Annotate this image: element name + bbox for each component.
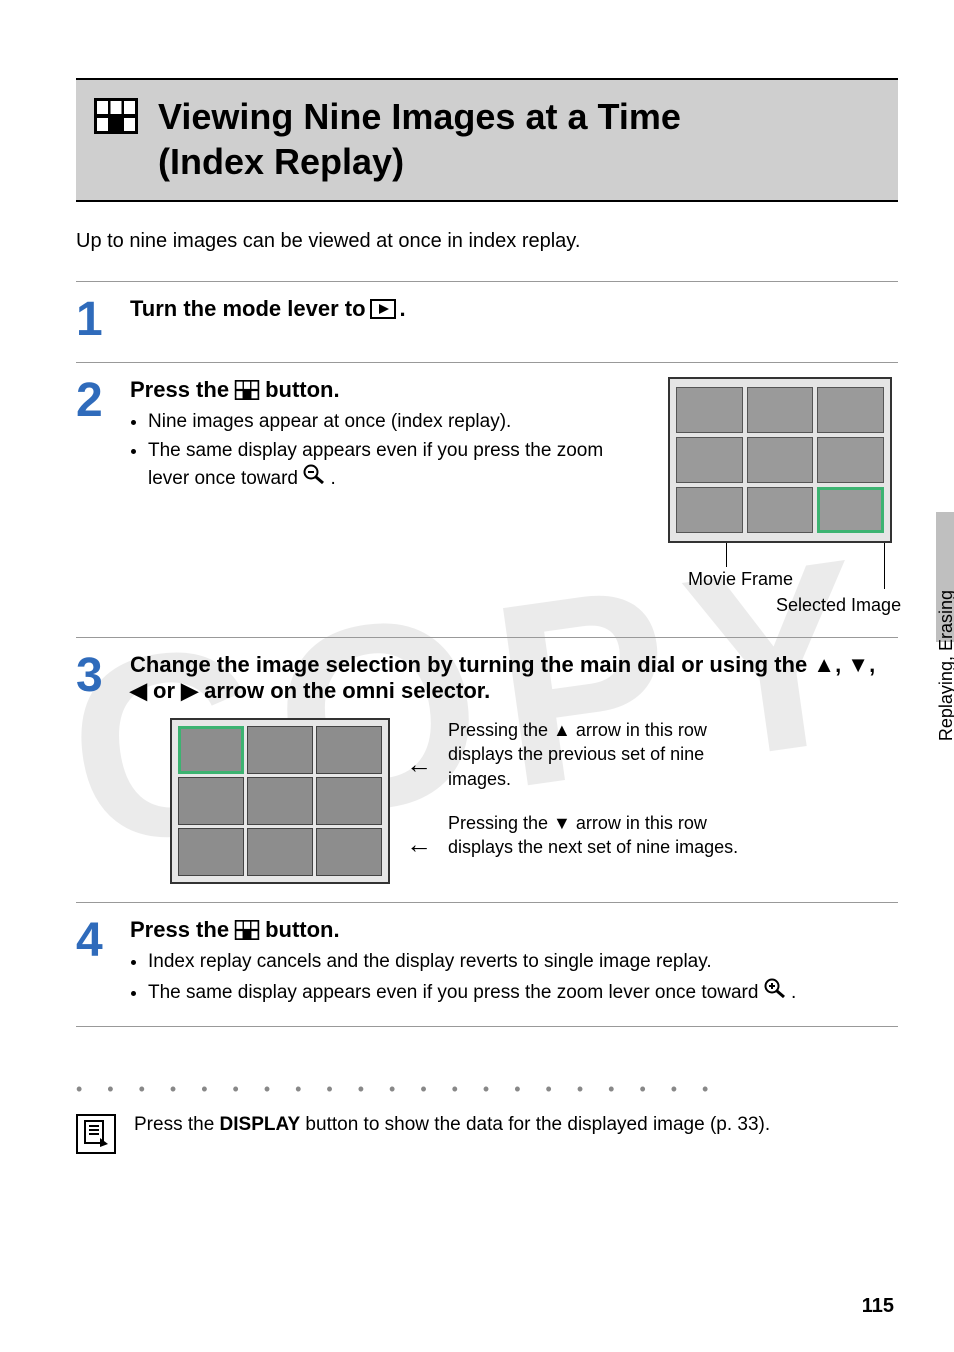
step-2-heading: Press the butto (130, 377, 644, 403)
step-4-head-post: button. (265, 917, 340, 943)
step-2-bullet-1: Nine images appear at once (index replay… (148, 409, 644, 436)
zoom-out-icon (303, 464, 325, 484)
step-4: 4 Press the button. (76, 903, 898, 1027)
step-4-bullet-2-post: . (791, 982, 796, 1003)
step-2: 2 Press the (76, 363, 898, 638)
movie-frame-thumb (676, 487, 743, 533)
section-tab-label: Replaying, Erasing (936, 590, 954, 741)
step-3-note-down: Pressing the ▼ arrow in this row display… (448, 811, 748, 860)
step-4-heading: Press the button. (130, 917, 898, 943)
playback-mode-icon (370, 299, 396, 319)
note-document-icon (76, 1114, 116, 1154)
page-title-banner: Viewing Nine Images at a Time (Index Rep… (76, 78, 898, 202)
step-1: 1 Turn the mode lever to . (76, 282, 898, 363)
step-2-head-pre: Press the (130, 377, 229, 403)
page-title-line1: Viewing Nine Images at a Time (158, 94, 681, 139)
steps-list: 1 Turn the mode lever to . 2 (76, 281, 898, 1027)
step-1-head-pre: Turn the mode lever to (130, 296, 366, 322)
step-4-head-pre: Press the (130, 917, 229, 943)
step-number: 2 (76, 377, 118, 619)
step-2-screenshot: Movie Frame Selected Image (668, 377, 898, 619)
zoom-in-icon (764, 978, 786, 998)
step-number: 1 (76, 296, 118, 344)
step-2-bullet-2-pre: The same display appears even if you pre… (148, 440, 603, 490)
footer-note-text: Press the DISPLAY button to show the dat… (134, 1114, 770, 1136)
footer-note-pre: Press the (134, 1114, 220, 1135)
step-3-screenshot (170, 718, 390, 884)
step-2-bullet-2: The same display appears even if you pre… (148, 438, 644, 493)
index-grid-icon (94, 98, 138, 134)
section-tab: Replaying, Erasing (918, 520, 954, 800)
step-4-bullet-2-pre: The same display appears even if you pre… (148, 982, 764, 1003)
separator-dots: • • • • • • • • • • • • • • • • • • • • … (76, 1079, 898, 1100)
footer-note-post: button to show the data for the displaye… (300, 1114, 770, 1135)
step-number: 3 (76, 652, 118, 884)
step-3: 3 Change the image selection by turning … (76, 638, 898, 903)
step-4-bullet-1: Index replay cancels and the display rev… (148, 949, 898, 976)
step-3-heading: Change the image selection by turning th… (130, 652, 898, 704)
step-number: 4 (76, 917, 118, 1008)
page-number: 115 (862, 1295, 894, 1318)
index-button-icon (233, 380, 261, 400)
index-button-icon (233, 920, 261, 940)
step-2-head-post: button. (265, 377, 340, 403)
step-2-bullet-2-post: . (331, 468, 336, 489)
intro-text: Up to nine images can be viewed at once … (76, 230, 898, 253)
caption-selected-image: Selected Image (776, 595, 901, 616)
page-title-line2: (Index Replay) (158, 139, 681, 184)
selected-frame-thumb (817, 487, 884, 533)
footer-note: Press the DISPLAY button to show the dat… (76, 1114, 898, 1154)
step-1-head-post: . (400, 296, 406, 322)
step-3-note-up: Pressing the ▲ arrow in this row display… (448, 718, 748, 791)
step-1-heading: Turn the mode lever to . (130, 296, 898, 322)
step-3-arrow-indicators: ← ← (406, 718, 432, 884)
footer-note-bold: DISPLAY (220, 1114, 301, 1135)
step-4-bullet-2: The same display appears even if you pre… (148, 978, 898, 1007)
caption-movie-frame: Movie Frame (688, 569, 793, 590)
